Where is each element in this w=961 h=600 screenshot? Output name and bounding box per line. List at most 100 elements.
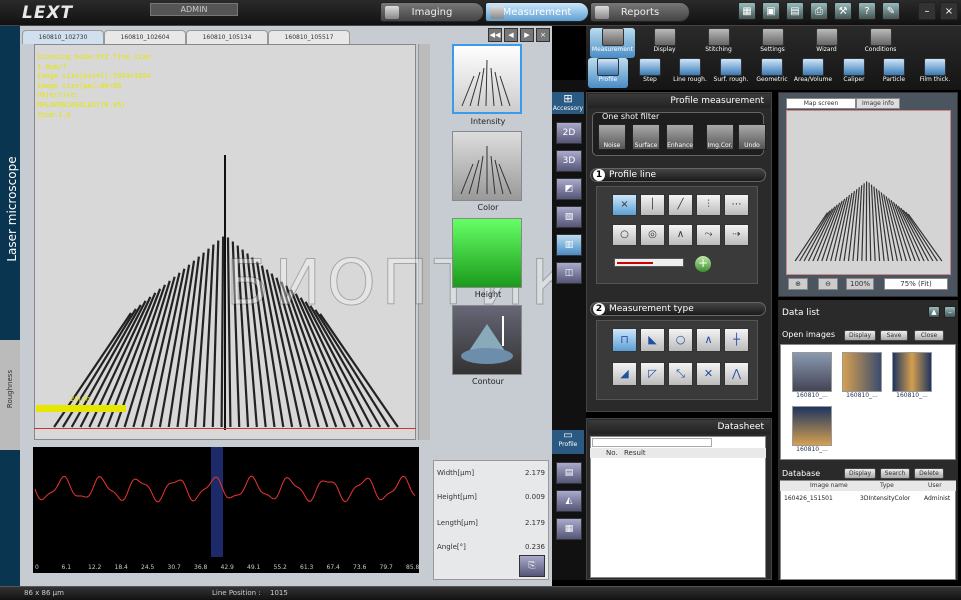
help-icon[interactable]: ? — [858, 2, 876, 20]
circle-tool[interactable]: ○ — [612, 224, 637, 246]
document-icon[interactable]: ▤ — [786, 2, 804, 20]
cross-type[interactable]: ✕ — [696, 362, 721, 386]
db-display-button[interactable]: Display — [844, 468, 876, 479]
line-color-selector[interactable] — [614, 258, 684, 267]
profile-line-marker[interactable] — [34, 428, 416, 429]
chart-icon[interactable]: ▤ — [556, 462, 582, 484]
tab-imaging[interactable]: Imaging — [380, 2, 484, 22]
3d-view-button[interactable]: 3D — [556, 150, 582, 172]
tool-film-thick[interactable]: Film thick. — [914, 58, 956, 88]
table-icon[interactable]: ▦ — [556, 518, 582, 540]
toolbar-conditions[interactable]: Conditions — [858, 28, 903, 58]
tool-area-volume[interactable]: Area/Volume — [792, 58, 834, 88]
vertical-points-tool[interactable]: ⫶ — [696, 194, 721, 216]
overlay-icon[interactable]: ◫ — [556, 262, 582, 284]
vertical-line-tool[interactable]: │ — [640, 194, 665, 216]
diagonal-type[interactable]: ⤡ — [668, 362, 693, 386]
vertical-type[interactable]: ┼ — [724, 328, 749, 352]
display-button[interactable]: Display — [844, 330, 876, 341]
triangle-type[interactable]: ◸ — [640, 362, 665, 386]
polyline-tool[interactable]: ⤳ — [696, 224, 721, 246]
2d-view-button[interactable]: 2D — [556, 122, 582, 144]
surface-filter-button[interactable]: Surface — [632, 124, 660, 150]
open-image-thumb[interactable] — [792, 406, 832, 446]
layers-icon[interactable]: ▧ — [556, 206, 582, 228]
peak-type[interactable]: ∧ — [696, 328, 721, 352]
open-image-thumb[interactable] — [792, 352, 832, 392]
thumb-contour[interactable] — [452, 305, 522, 375]
tool-step[interactable]: Step — [630, 58, 670, 88]
map-image[interactable] — [786, 110, 951, 275]
thumb-color[interactable] — [452, 131, 522, 201]
tilt-icon[interactable]: ◩ — [556, 178, 582, 200]
toolbar-display[interactable]: Display — [642, 28, 687, 58]
collapse-icon[interactable]: ▲ — [928, 306, 940, 318]
database-row[interactable]: 160426_151501 3DIntensityColor Administ — [780, 494, 956, 504]
surface-icon[interactable]: ◭ — [556, 490, 582, 512]
horizontal-points-tool[interactable]: ⋯ — [724, 194, 749, 216]
open-image-thumb[interactable] — [892, 352, 932, 392]
multi-line-tool[interactable]: ⇢ — [724, 224, 749, 246]
image-scrollbar[interactable] — [418, 44, 430, 440]
tool-particle[interactable]: Particle — [874, 58, 914, 88]
next-icon[interactable]: ▶ — [520, 28, 534, 42]
file-tab[interactable]: 160810_102604 — [104, 30, 186, 44]
file-tab[interactable]: 160810_102730 — [22, 30, 104, 44]
concentric-tool[interactable]: ◎ — [640, 224, 665, 246]
tool-geometric[interactable]: Geometric — [752, 58, 792, 88]
save-button[interactable]: Save — [880, 330, 908, 341]
noise-filter-button[interactable]: Noise — [598, 124, 626, 150]
horizontal-line-tool[interactable]: × — [612, 194, 637, 216]
close-icon[interactable]: × — [940, 2, 958, 20]
first-icon[interactable]: ◀◀ — [488, 28, 502, 42]
file-tab[interactable]: 160810_105134 — [186, 30, 268, 44]
db-search-button[interactable]: Search — [880, 468, 910, 479]
slope-type[interactable]: ◢ — [612, 362, 637, 386]
thumb-height[interactable] — [452, 218, 522, 288]
tools-icon[interactable]: ⚒ — [834, 2, 852, 20]
image-icon[interactable]: ▣ — [762, 2, 780, 20]
step-width-type[interactable]: ⊓ — [612, 328, 637, 352]
printer-icon[interactable]: ⎙ — [810, 2, 828, 20]
prev-icon[interactable]: ◀ — [504, 28, 518, 42]
tab-reports[interactable]: Reports — [590, 2, 690, 22]
zoom-out-icon[interactable]: ⊖ — [818, 278, 838, 290]
tool-profile[interactable]: Profile — [588, 58, 628, 88]
profile-view-button[interactable]: ▭ Profile — [552, 430, 584, 454]
open-image-thumb[interactable] — [842, 352, 882, 392]
toolbar-settings[interactable]: Settings — [750, 28, 795, 58]
minimize-icon[interactable]: – — [918, 2, 936, 20]
add-line-button[interactable]: + — [695, 256, 711, 272]
peak-angle-type[interactable]: ⋀ — [724, 362, 749, 386]
enhance-filter-button[interactable]: Enhance — [666, 124, 694, 150]
toolbar-measurement[interactable]: Measurement — [590, 28, 635, 58]
toolbar-stitching[interactable]: Stitching — [696, 28, 741, 58]
tool-surf-rough[interactable]: Surf. rough. — [710, 58, 752, 88]
accessory-button[interactable]: ⊞ Accessory — [552, 92, 584, 114]
tool-line-rough[interactable]: Line rough. — [670, 58, 710, 88]
zoom-100-button[interactable]: 100% — [846, 278, 874, 290]
circle-type[interactable]: ○ — [668, 328, 693, 352]
roughness-tab[interactable]: Roughness — [0, 340, 20, 450]
tab-measurement[interactable]: Measurement — [485, 2, 589, 22]
img-cor-button[interactable]: Img.Cor. — [706, 124, 734, 150]
histogram-icon[interactable]: ▥ — [556, 234, 582, 256]
area-type[interactable]: ◣ — [640, 328, 665, 352]
tab-map-screen[interactable]: Map screen — [786, 98, 856, 109]
db-delete-button[interactable]: Delete — [914, 468, 944, 479]
datasheet-filter-input[interactable] — [592, 438, 712, 447]
undo-button[interactable]: Undo — [738, 124, 766, 150]
tab-image-info[interactable]: Image info — [856, 98, 900, 109]
toolbar-wizard[interactable]: Wizard — [804, 28, 849, 58]
file-tab[interactable]: 160810_105517 — [268, 30, 350, 44]
minimize-panel-icon[interactable]: – — [944, 306, 956, 318]
close-button[interactable]: Close — [914, 330, 944, 341]
close-file-icon[interactable]: × — [536, 28, 550, 42]
copy-results-button[interactable]: ⎘ — [519, 555, 545, 577]
angle-tool[interactable]: ∧ — [668, 224, 693, 246]
zoom-in-icon[interactable]: ⊕ — [788, 278, 808, 290]
tool-caliper[interactable]: Caliper — [834, 58, 874, 88]
diagonal-line-tool[interactable]: ╱ — [668, 194, 693, 216]
thumb-intensity[interactable] — [452, 44, 522, 114]
grid-icon[interactable]: ▦ — [738, 2, 756, 20]
